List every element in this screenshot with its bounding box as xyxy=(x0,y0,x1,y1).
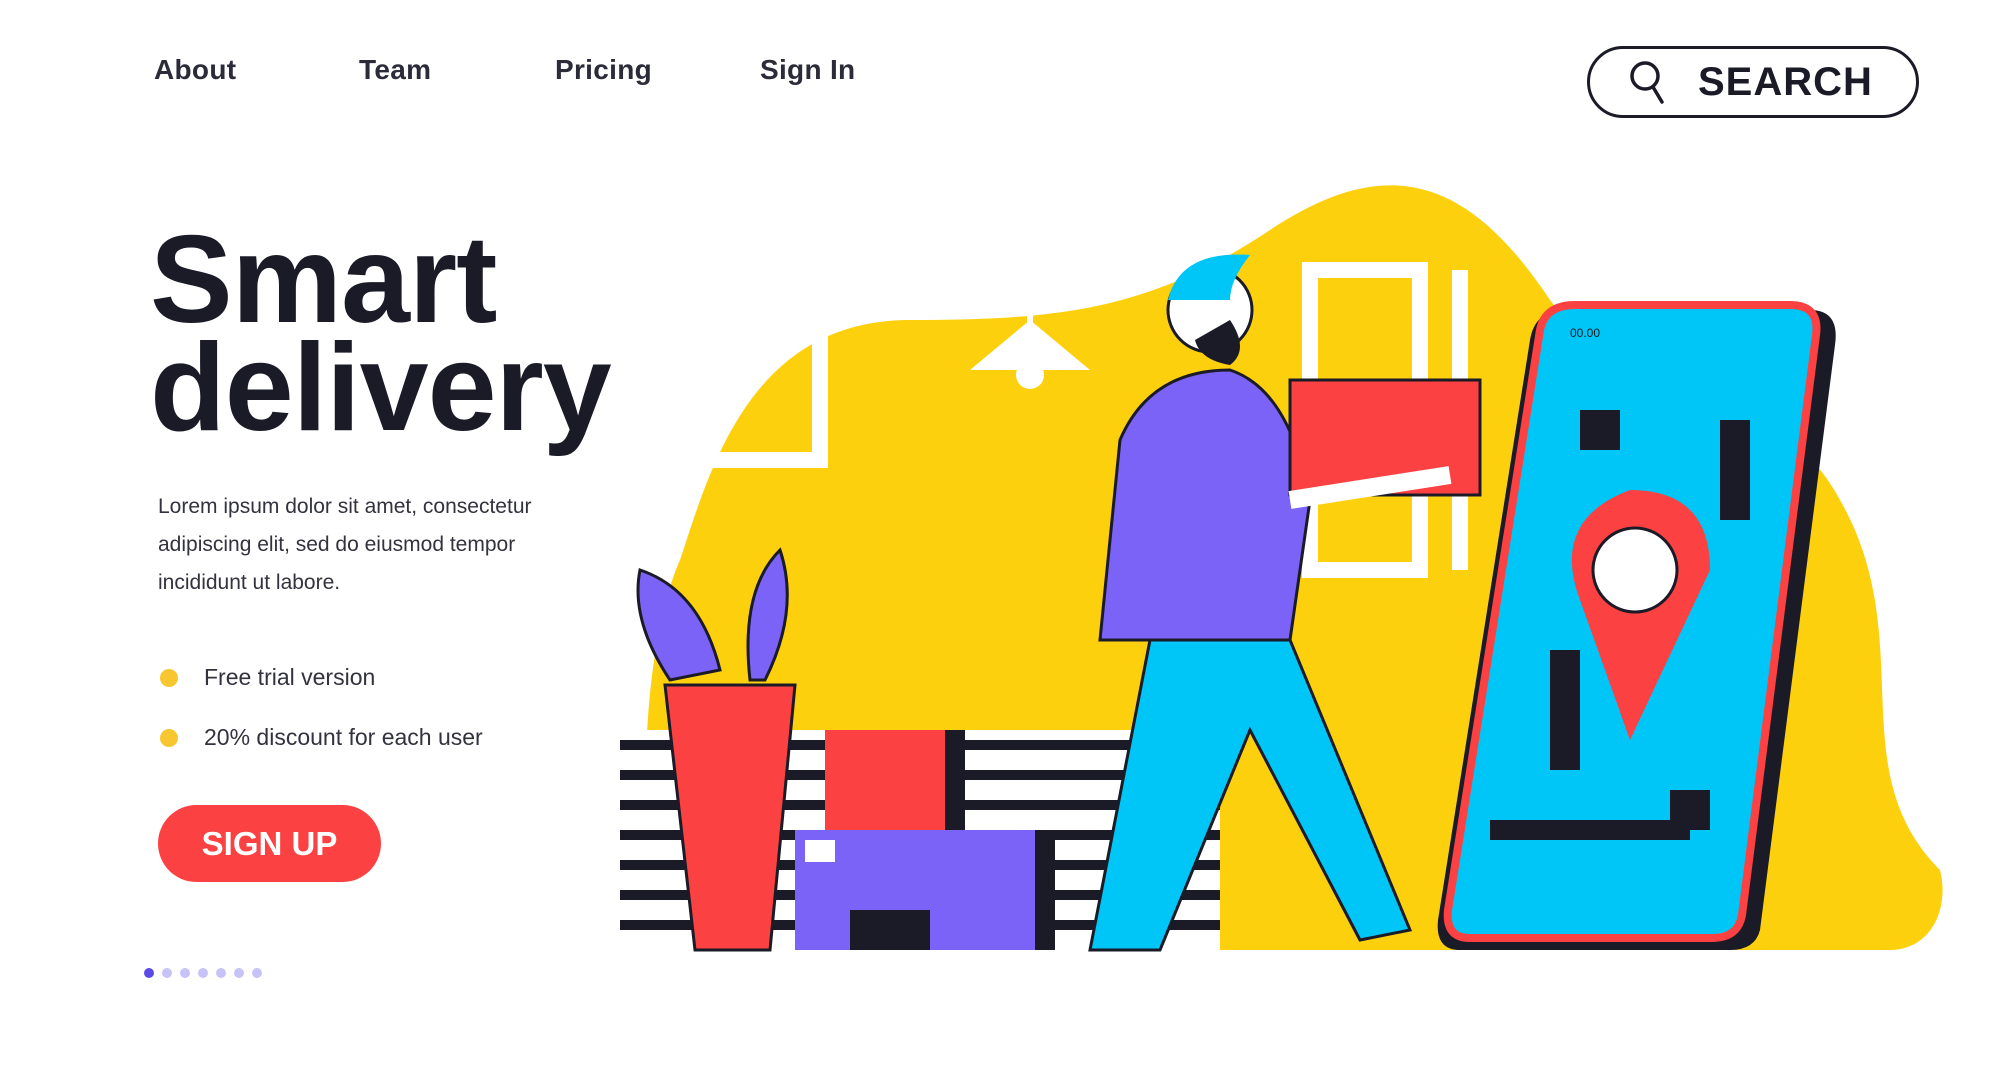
page-dot[interactable] xyxy=(216,968,226,978)
search-button[interactable]: SEARCH xyxy=(1587,46,1919,118)
nav-sign-in[interactable]: Sign In xyxy=(760,54,855,86)
sign-up-button[interactable]: SIGN UP xyxy=(158,805,381,882)
bullet-dot-icon xyxy=(160,728,178,747)
page-title: Smart delivery xyxy=(150,218,612,450)
page-dot[interactable] xyxy=(162,968,172,978)
phone-time: 00.00 xyxy=(1570,326,1600,340)
feature-item: Free trial version xyxy=(160,664,375,691)
page-dot[interactable] xyxy=(198,968,208,978)
feature-label: 20% discount for each user xyxy=(204,724,483,750)
feature-label: Free trial version xyxy=(204,664,376,690)
search-icon xyxy=(1630,61,1664,104)
page-dot[interactable] xyxy=(252,968,262,978)
page-dot[interactable] xyxy=(234,968,244,978)
page-dot[interactable] xyxy=(180,968,190,978)
hero-description: Lorem ipsum dolor sit amet, consectetur … xyxy=(158,495,532,594)
search-label: SEARCH xyxy=(1698,59,1873,104)
pagination-dots xyxy=(144,968,262,978)
nav-about[interactable]: About xyxy=(154,54,236,86)
delivery-illustration: 00.00 xyxy=(590,185,1943,952)
feature-item: 20% discount for each user xyxy=(160,724,483,751)
bullet-dot-icon xyxy=(160,668,178,687)
nav-team[interactable]: Team xyxy=(359,54,431,86)
nav-pricing[interactable]: Pricing xyxy=(555,54,652,86)
title-line-2: delivery xyxy=(150,319,612,457)
page-dot-active[interactable] xyxy=(144,968,154,978)
